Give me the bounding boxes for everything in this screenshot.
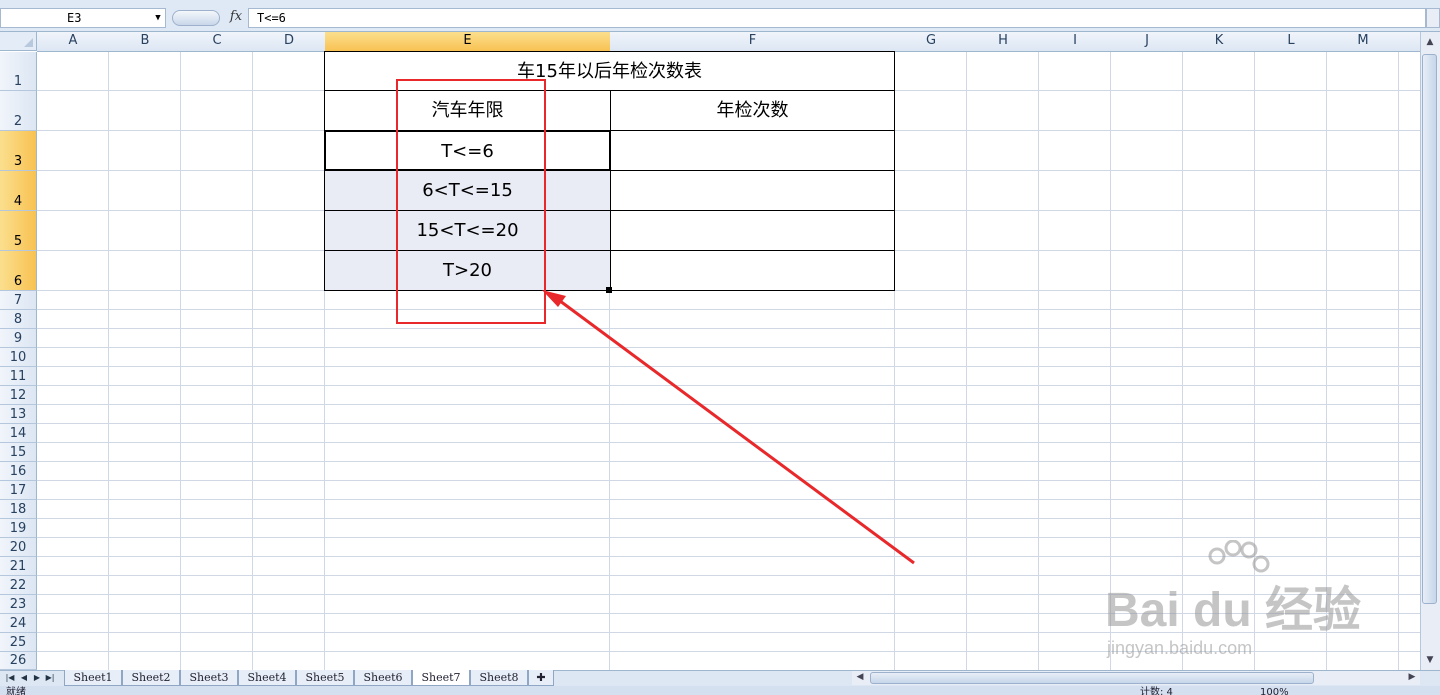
status-zoom[interactable]: 100%	[1260, 686, 1289, 695]
watermark-brand: Bai du 经验	[1105, 584, 1362, 637]
vertical-scroll-thumb[interactable]	[1422, 54, 1437, 604]
scroll-left-icon[interactable]: ◀	[852, 670, 868, 684]
status-count: 计数: 4	[1140, 687, 1173, 695]
horizontal-scroll-thumb[interactable]	[870, 672, 1314, 684]
scroll-up-icon[interactable]: ▲	[1422, 34, 1438, 50]
sheet-tab-sheet4[interactable]: Sheet4	[238, 670, 296, 686]
first-sheet-icon[interactable]: |◀	[4, 671, 16, 685]
sheet-tab-sheet3[interactable]: Sheet3	[180, 670, 238, 686]
status-ready: 就绪	[6, 687, 26, 695]
status-bar	[0, 686, 1440, 695]
last-sheet-icon[interactable]: ▶|	[44, 671, 56, 685]
sheet-tab-sheet2[interactable]: Sheet2	[122, 670, 180, 686]
sheet-tab-sheet7[interactable]: Sheet7	[412, 670, 470, 686]
next-sheet-icon[interactable]: ▶	[31, 671, 43, 685]
scroll-down-icon[interactable]: ▼	[1422, 652, 1438, 668]
sheet-tab-sheet6[interactable]: Sheet6	[354, 670, 412, 686]
insert-sheet-icon[interactable]: ✚	[528, 670, 554, 686]
sheet-tab-sheet1[interactable]: Sheet1	[64, 670, 122, 686]
sheet-tab-sheet8[interactable]: Sheet8	[470, 670, 528, 686]
baidu-watermark: Bai du 经验 jingyan.baidu.com	[1095, 540, 1375, 670]
watermark-url: jingyan.baidu.com	[1107, 638, 1253, 658]
scroll-right-icon[interactable]: ▶	[1404, 670, 1420, 684]
sheet-tab-sheet5[interactable]: Sheet5	[296, 670, 354, 686]
prev-sheet-icon[interactable]: ◀	[18, 671, 30, 685]
